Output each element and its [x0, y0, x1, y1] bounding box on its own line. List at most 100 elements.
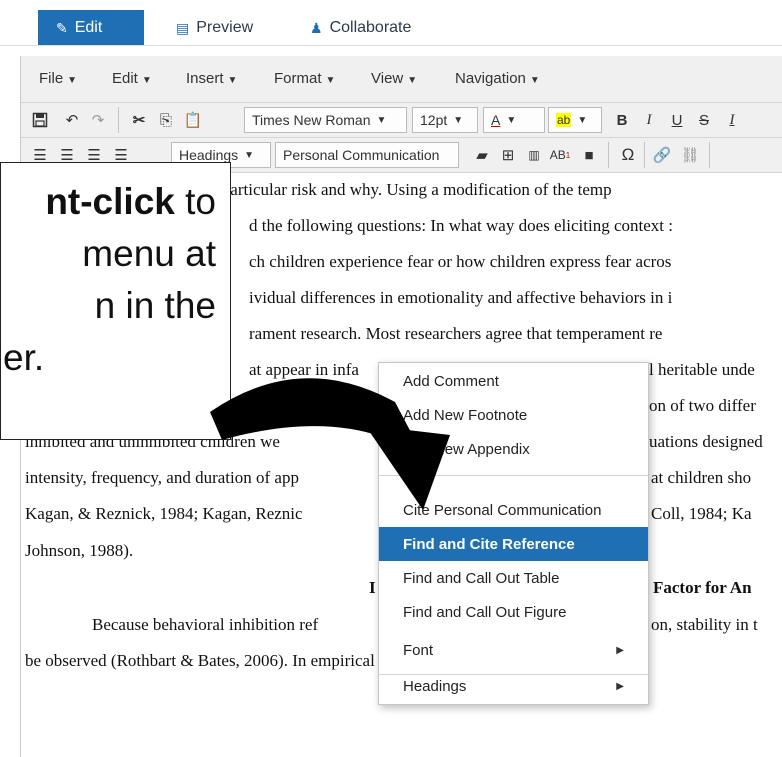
special-character-button[interactable]: Ω — [617, 143, 639, 167]
caret-down-icon: ▼ — [529, 75, 540, 86]
abbreviation-button[interactable]: AB 1 — [548, 143, 572, 167]
tab-collaborate[interactable]: ♟ Collaborate — [292, 10, 464, 46]
caret-down-icon: ▼ — [376, 114, 387, 126]
submenu-arrow-icon: ▶ — [616, 644, 624, 656]
unlink-icon[interactable]: ⛓ — [679, 143, 701, 167]
book-icon[interactable]: ▰ — [471, 143, 493, 167]
caret-down-icon: ▼ — [577, 114, 588, 126]
caret-down-icon: ▼ — [407, 75, 418, 86]
chart-icon[interactable]: ▥ — [523, 143, 545, 167]
document-icon[interactable]: ■ — [578, 143, 600, 167]
menu-edit-label: Edit — [112, 70, 138, 87]
toolbar-separator — [709, 142, 710, 168]
undo-icon[interactable]: ↶ — [61, 108, 83, 132]
footnote-superscript-icon: 1 — [565, 150, 571, 160]
caret-down-icon: ▼ — [506, 114, 517, 126]
people-icon: ♟ — [310, 19, 323, 36]
font-size-value: 12pt — [420, 112, 448, 128]
mode-tab-bar: ✎ Edit ▤ Preview ♟ Collaborate — [0, 0, 782, 46]
caret-down-icon: ▼ — [67, 75, 78, 86]
doc-heading-fragment: I — [369, 578, 376, 597]
tab-divider — [0, 45, 782, 46]
personal-communication-button[interactable]: Personal Communication — [275, 142, 459, 168]
toolbar-separator — [118, 107, 119, 133]
tab-preview-label: Preview — [196, 19, 254, 36]
menu-separator — [379, 475, 648, 476]
callout-line: er. — [3, 337, 45, 378]
context-menu: Add Comment Add New Footnote Add New App… — [378, 362, 649, 705]
personal-communication-label: Personal Communication — [283, 147, 440, 163]
tab-preview[interactable]: ▤ Preview — [158, 10, 288, 46]
menu-view-label: View — [371, 70, 404, 87]
menu-add-new-appendix[interactable]: Add New Appendix — [379, 432, 648, 466]
doc-line: uations designed — [649, 432, 763, 451]
doc-line: Coll, 1984; Ka — [651, 504, 752, 523]
menu-find-and-call-out-figure[interactable]: Find and Call Out Figure — [379, 595, 648, 629]
menu-navigation[interactable]: Navigation ▼ — [455, 70, 540, 87]
menu-view[interactable]: View ▼ — [371, 70, 417, 87]
clear-format-icon[interactable]: I — [721, 108, 743, 132]
doc-heading-fragment: Factor for An — [653, 578, 752, 597]
menu-cite-personal-communication[interactable]: Cite Personal Communication — [379, 493, 648, 527]
doc-line: Johnson, 1988). — [25, 541, 134, 560]
tab-collaborate-label: Collaborate — [329, 19, 412, 36]
doc-line: ch children experience fear or how child… — [249, 252, 672, 271]
doc-line: on of two differ — [649, 396, 756, 415]
menu-insert[interactable]: Insert ▼ — [186, 70, 237, 87]
menu-headings[interactable]: Headings ▶ — [379, 669, 648, 703]
highlight-icon: ab — [556, 113, 572, 127]
menu-file[interactable]: File ▼ — [39, 70, 77, 87]
caret-down-icon: ▼ — [141, 75, 152, 86]
tab-edit-label: Edit — [74, 19, 103, 36]
link-icon[interactable]: 🔗 — [651, 143, 673, 167]
doc-line: d the following questions: In what way d… — [249, 216, 673, 235]
italic-button[interactable]: I — [638, 108, 660, 132]
doc-line: Because behavioral inhibition ref — [92, 615, 319, 634]
menu-navigation-label: Navigation — [455, 70, 526, 87]
cut-icon[interactable]: ✂ — [128, 108, 150, 132]
callout-bold-text: nt-click — [45, 181, 175, 222]
strikethrough-button[interactable]: S — [693, 108, 715, 132]
formatting-toolbar-1: ↶ ↷ ✂ ⎘ 📋 Times New Roman ▼ 12pt ▼ A ▼ ab ▼ … — [21, 103, 782, 138]
font-color-picker[interactable]: A ▼ — [483, 107, 545, 133]
submenu-arrow-icon: ▶ — [616, 680, 624, 692]
redo-icon[interactable]: ↷ — [87, 108, 109, 132]
headings-label: Headings — [179, 147, 239, 163]
bold-button[interactable]: B — [611, 108, 633, 132]
font-size-select[interactable]: 12pt ▼ — [412, 107, 478, 133]
document-icon: ▤ — [176, 19, 190, 36]
copy-icon[interactable]: ⎘ — [155, 108, 177, 132]
doc-line: me Kagan an — [249, 396, 339, 415]
doc-line: ividual differences in emotionality and … — [249, 288, 673, 307]
font-family-value: Times New Roman — [252, 112, 371, 128]
paste-icon[interactable]: 📋 — [182, 108, 204, 132]
menu-find-and-cite-reference[interactable]: Find and Cite Reference — [379, 527, 648, 561]
callout-line: menu at — [82, 233, 216, 274]
menu-add-new-footnote[interactable]: Add New Footnote — [379, 398, 648, 432]
menu-file-label: File — [39, 70, 64, 87]
doc-line: at appear in infa — [249, 360, 359, 379]
underline-button[interactable]: U — [666, 108, 688, 132]
save-icon[interactable] — [29, 108, 51, 132]
highlight-color-picker[interactable]: ab ▼ — [548, 107, 602, 133]
menu-font-label: Font — [403, 641, 434, 659]
doc-line: Kagan, & Reznick, 1984; Kagan, Reznic — [25, 504, 303, 523]
table-icon[interactable]: ⊞ — [497, 143, 519, 167]
menu-format-label: Format — [274, 70, 322, 87]
menu-find-and-call-out-table[interactable]: Find and Call Out Table — [379, 561, 648, 595]
menu-format[interactable]: Format ▼ — [274, 70, 335, 87]
callout-text: to — [174, 181, 216, 222]
menu-add-comment[interactable]: Add Comment — [379, 364, 648, 398]
menu-font[interactable]: Font ▶ — [379, 633, 648, 667]
doc-line: l heritable unde — [649, 360, 755, 379]
menu-edit[interactable]: Edit ▼ — [112, 70, 152, 87]
menu-bar: File ▼ Edit ▼ Insert ▼ Format ▼ View ▼ Naviga… — [21, 56, 782, 103]
callout-line: nt-click to — [45, 177, 216, 226]
font-family-select[interactable]: Times New Roman ▼ — [244, 107, 407, 133]
pencil-icon: ✎ — [56, 19, 68, 36]
instruction-callout: nt-click to menu at n in the er. — [0, 162, 231, 440]
caret-down-icon: ▼ — [227, 75, 238, 86]
tab-edit[interactable]: ✎ Edit — [38, 10, 144, 46]
menu-insert-label: Insert — [186, 70, 224, 87]
caret-down-icon: ▼ — [244, 149, 255, 161]
